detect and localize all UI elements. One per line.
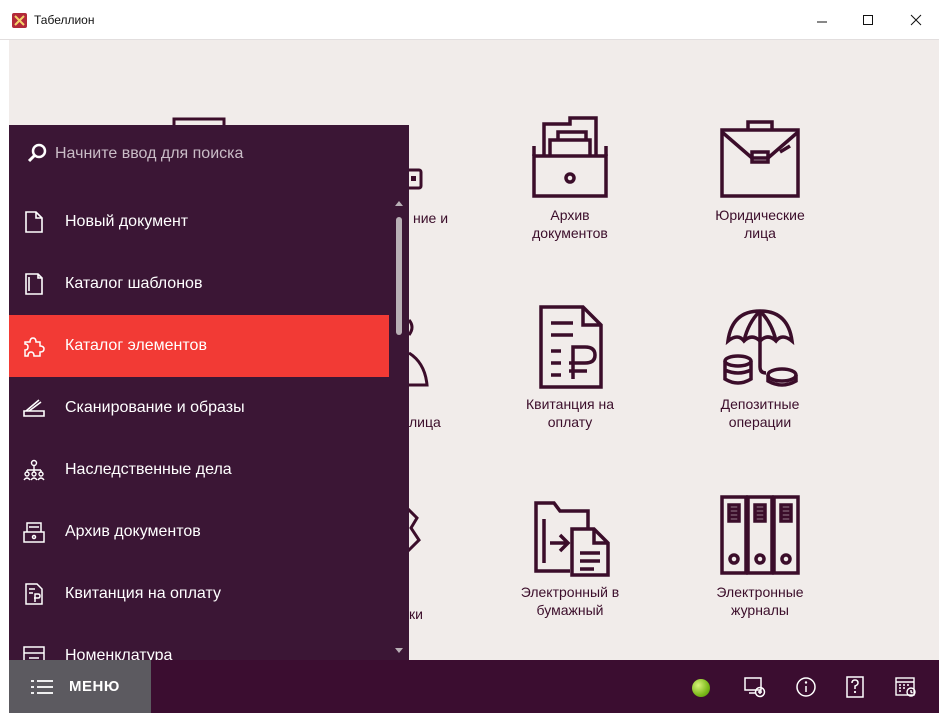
menu-item-label: Сканирование и образы <box>65 399 245 416</box>
partial-tile-label-2: лица <box>409 414 441 430</box>
briefcase-icon <box>720 120 800 198</box>
archive-drawer-icon <box>532 116 608 198</box>
tile-deposit[interactable]: Депозитные операции <box>685 305 835 431</box>
menu-item-templates[interactable]: Каталог шаблонов <box>9 253 389 315</box>
tile-electronic-to-paper-label: Электронный в бумажный <box>520 584 620 618</box>
close-button[interactable] <box>893 0 939 40</box>
tile-archive[interactable]: Архив документов <box>495 116 645 242</box>
minimize-button[interactable] <box>799 0 845 40</box>
nomenclature-icon <box>23 645 45 660</box>
close-icon <box>910 14 922 26</box>
menu-item-label: Наследственные дела <box>65 461 232 478</box>
menu-item-label: Новый документ <box>65 213 189 230</box>
tile-legal-entities-label: Юридические лица <box>715 207 805 241</box>
menu-list: Новый документ Каталог шаблонов Каталог … <box>9 191 389 660</box>
tile-receipt[interactable]: Квитанция на оплату <box>495 305 645 431</box>
receipt-icon <box>23 583 45 605</box>
menu-item-label: Каталог шаблонов <box>65 275 203 292</box>
menu-item-nomenclature[interactable]: Номенклатура <box>9 625 389 660</box>
partial-tile-icon-3 <box>407 319 429 387</box>
tile-deposit-label: Депозитные операции <box>720 396 800 430</box>
menu-item-label: Архив документов <box>65 523 201 540</box>
window-title: Табеллион <box>34 13 95 27</box>
menu-scrollbar-thumb[interactable] <box>396 217 402 335</box>
menu-item-label: Номенклатура <box>65 647 173 660</box>
partial-tile-icon-4 <box>407 506 421 554</box>
title-bar: Табеллион <box>0 0 939 40</box>
app-logo-icon <box>12 13 27 28</box>
maximize-icon <box>863 15 873 25</box>
scanner-icon <box>23 397 45 419</box>
menu-item-archive[interactable]: Архив документов <box>9 501 389 563</box>
menu-panel: Новый документ Каталог шаблонов Каталог … <box>9 125 409 660</box>
menu-item-receipt[interactable]: Квитанция на оплату <box>9 563 389 625</box>
menu-item-inheritance[interactable]: Наследственные дела <box>9 439 389 501</box>
partial-tile-icon-2 <box>407 168 423 190</box>
search-icon <box>27 143 47 163</box>
templates-icon <box>23 273 45 295</box>
tile-archive-label: Архив документов <box>532 207 608 241</box>
menu-item-label: Квитанция на оплату <box>65 585 221 602</box>
folder-convert-icon <box>534 501 610 577</box>
tile-electronic-to-paper[interactable]: Электронный в бумажный <box>495 493 645 619</box>
menu-item-elements[interactable]: Каталог элементов <box>9 315 389 377</box>
scroll-down-arrow-icon[interactable] <box>395 648 403 653</box>
search-input[interactable] <box>55 141 385 167</box>
search-row <box>9 125 409 185</box>
menu-item-label: Каталог элементов <box>65 337 207 354</box>
menu-button-label: МЕНЮ <box>69 678 120 695</box>
info-icon[interactable] <box>793 674 819 700</box>
bottom-bar: МЕНЮ <box>9 660 939 713</box>
scroll-up-arrow-icon[interactable] <box>395 201 403 206</box>
tile-electronic-journals-label: Электронные журналы <box>716 584 804 618</box>
partial-tile-label-3: ки <box>409 606 423 622</box>
tile-legal-entities[interactable]: Юридические лица <box>685 116 835 242</box>
tile-electronic-journals[interactable]: Электронные журналы <box>685 493 835 619</box>
puzzle-icon <box>23 335 45 357</box>
menu-toggle-button[interactable]: МЕНЮ <box>9 660 151 713</box>
document-icon <box>23 211 45 233</box>
maximize-button[interactable] <box>845 0 891 40</box>
connection-status-indicator[interactable] <box>692 679 710 697</box>
partial-tile-label-1: ние и <box>413 210 449 226</box>
minimize-icon <box>817 21 827 23</box>
hamburger-icon <box>31 679 53 694</box>
calendar-icon[interactable] <box>893 674 919 700</box>
ruble-receipt-icon <box>539 305 603 389</box>
deposit-umbrella-icon <box>723 309 798 387</box>
help-icon[interactable] <box>842 674 868 700</box>
tile-receipt-label: Квитанция на оплату <box>525 396 614 430</box>
menu-item-new-document[interactable]: Новый документ <box>9 191 389 253</box>
family-tree-icon <box>23 459 45 481</box>
binders-icon <box>720 495 800 575</box>
remote-desktop-icon[interactable] <box>742 674 768 700</box>
menu-item-scanning[interactable]: Сканирование и образы <box>9 377 389 439</box>
archive-icon <box>23 521 45 543</box>
